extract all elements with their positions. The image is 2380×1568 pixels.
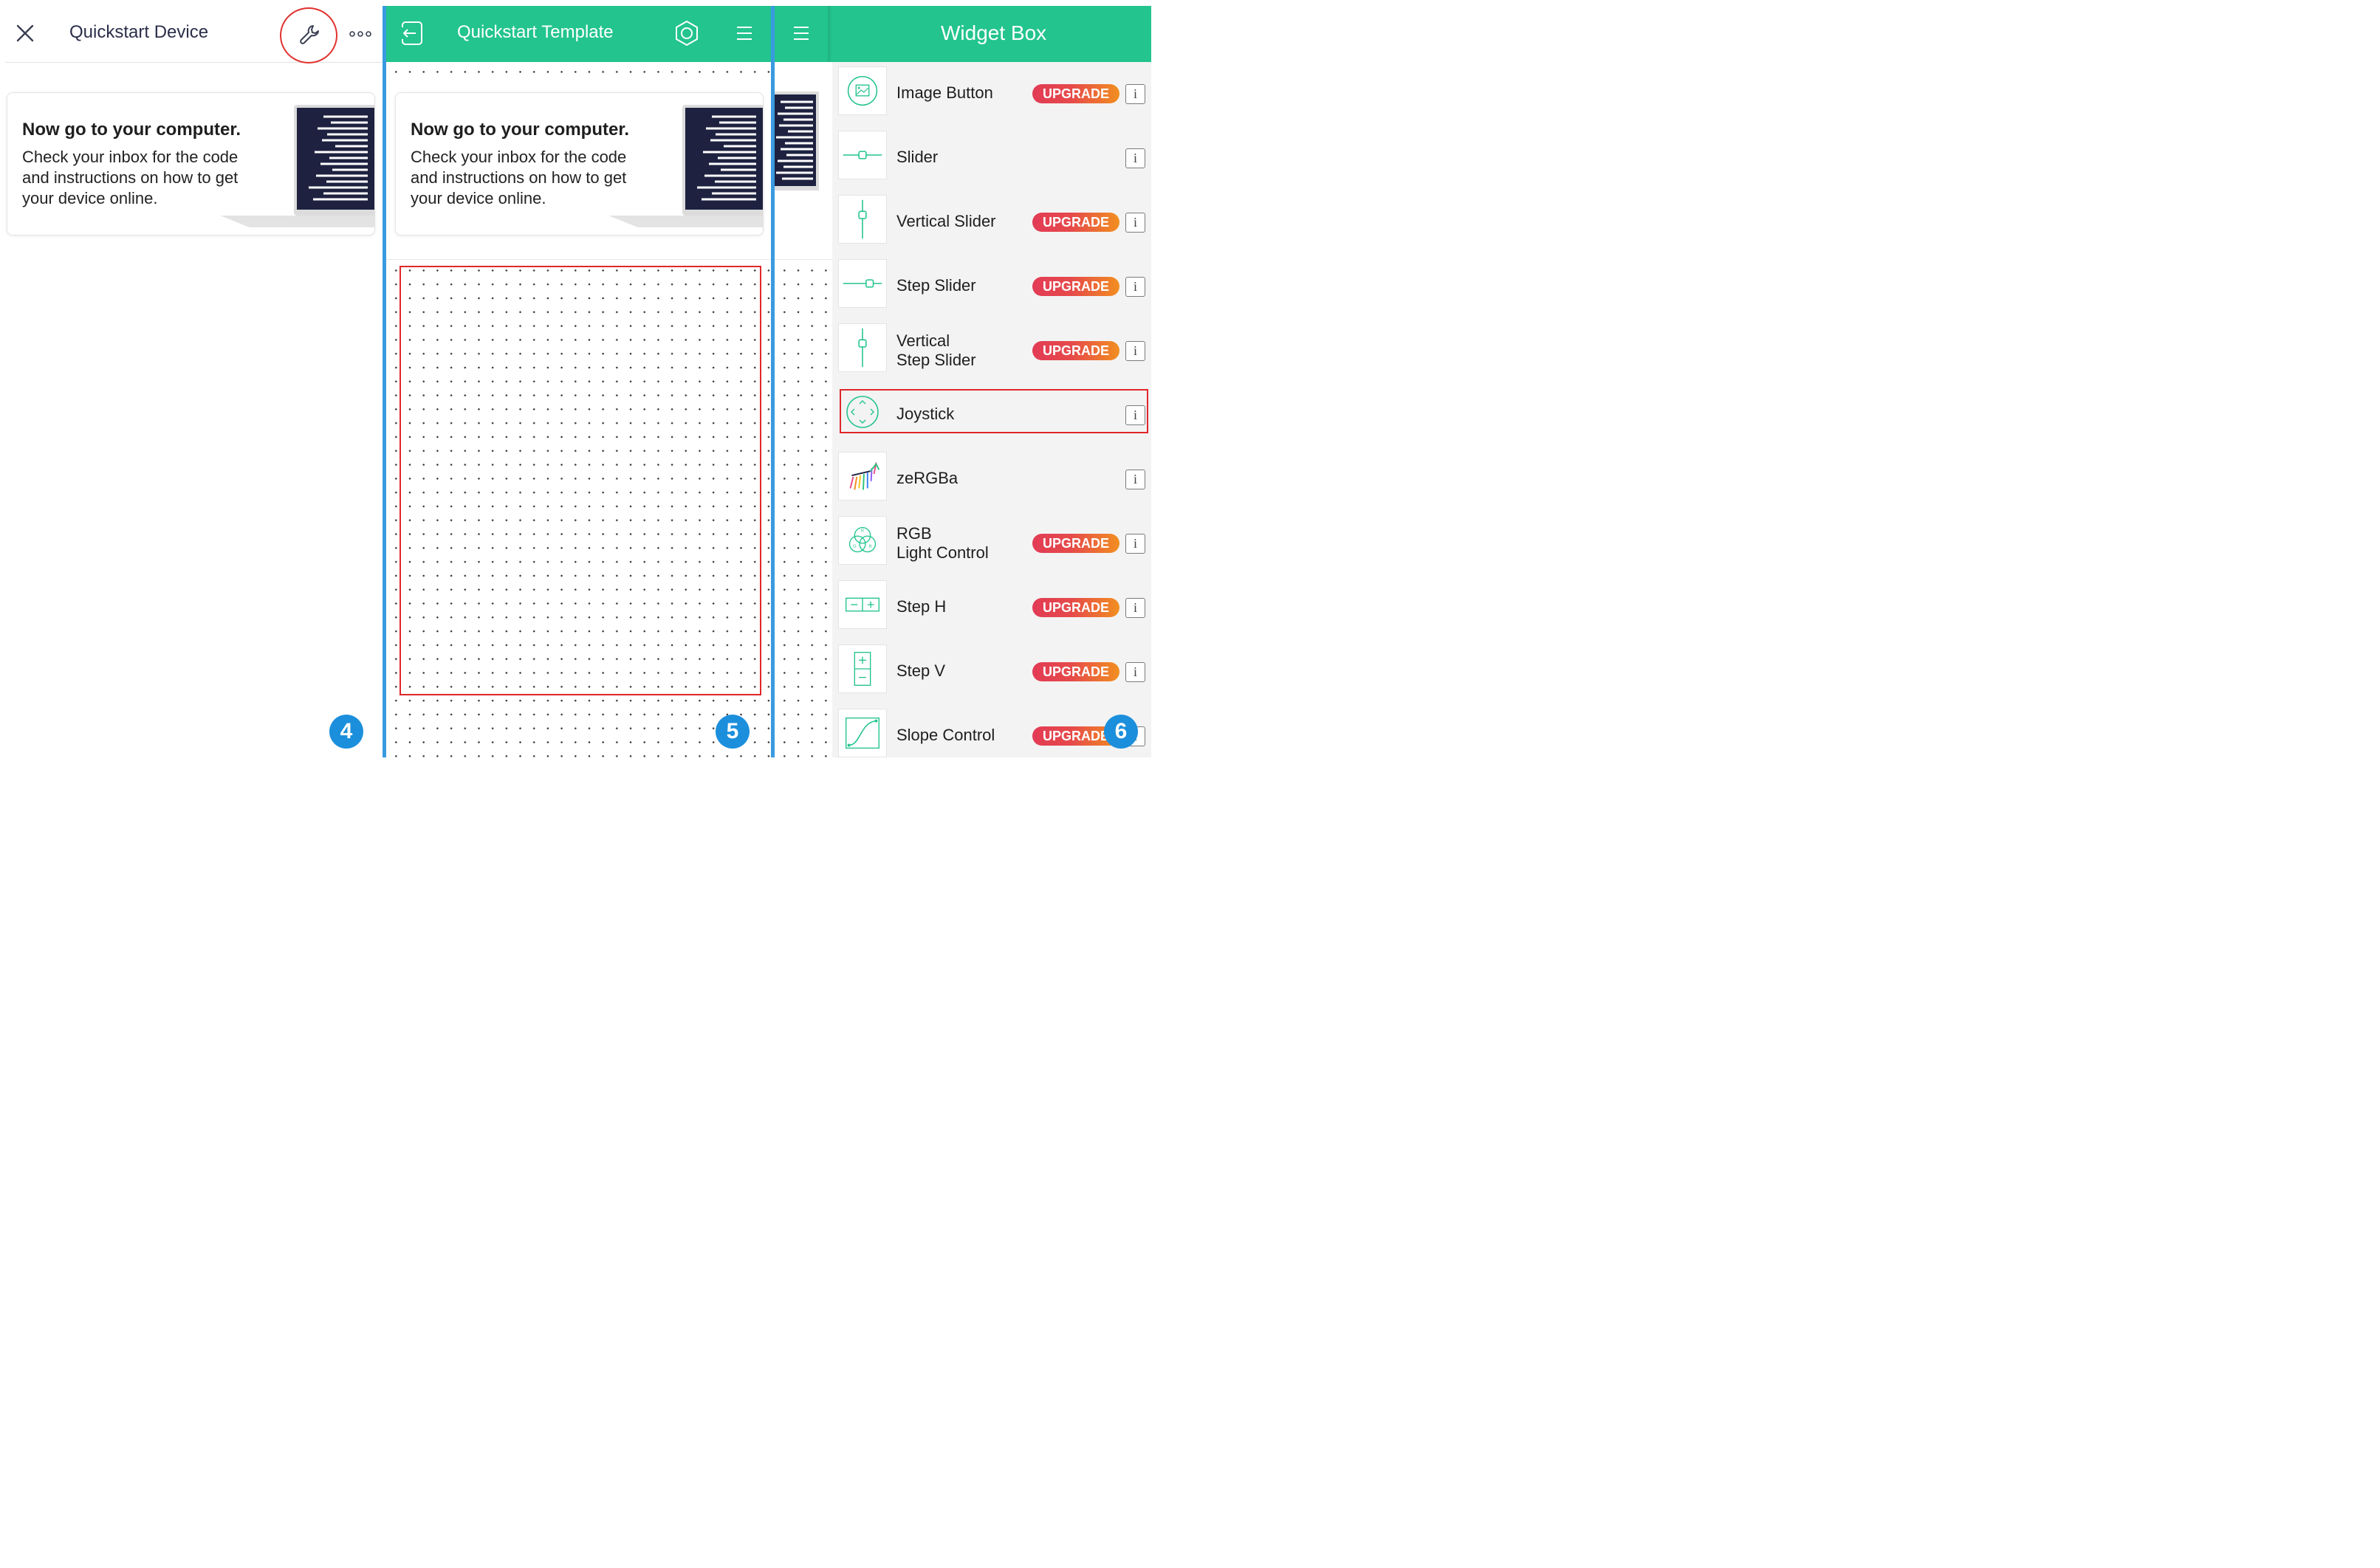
info-button[interactable]: i <box>1125 341 1145 361</box>
info-button[interactable]: i <box>1125 534 1145 554</box>
quickstart-template-panel: Quickstart Template Now go to your compu… <box>386 6 771 757</box>
svg-text:B: B <box>869 545 872 549</box>
upgrade-badge[interactable]: UPGRADE <box>1032 277 1119 296</box>
upgrade-badge[interactable]: UPGRADE <box>1032 662 1119 681</box>
widget-item-rgb-light-control[interactable]: R G B RGB Light Control UPGRADE i <box>775 510 1151 574</box>
info-button[interactable]: i <box>1125 84 1145 104</box>
widget-item-slope-control[interactable]: Slope Control UPGRADE i <box>775 703 1151 757</box>
widget-label: Image Button <box>896 83 993 102</box>
info-button[interactable]: i <box>1125 148 1145 168</box>
card-title: Now go to your computer. <box>411 120 630 140</box>
widget-item-vertical-slider[interactable]: Vertical Slider UPGRADE i <box>775 189 1151 253</box>
menu-icon[interactable] <box>792 24 810 42</box>
widget-list: Image Button UPGRADE i Slider i Vertical… <box>775 62 1151 757</box>
widget-label: Step Slider <box>896 276 976 295</box>
widget-box-title: Widget Box <box>941 21 1047 44</box>
widget-box-header: Widget Box <box>775 6 1151 62</box>
upgrade-badge[interactable]: UPGRADE <box>1032 341 1119 360</box>
upgrade-badge[interactable]: UPGRADE <box>1032 534 1119 553</box>
info-button[interactable]: i <box>1125 213 1145 233</box>
joystick-highlight-box <box>840 389 1148 433</box>
info-button[interactable]: i <box>1125 470 1145 489</box>
template-header: Quickstart Template <box>386 6 771 62</box>
exit-icon[interactable] <box>399 20 426 47</box>
laptop-illustration <box>220 105 374 227</box>
upgrade-badge[interactable]: UPGRADE <box>1032 84 1119 103</box>
settings-hex-icon[interactable] <box>673 20 700 47</box>
grid-separator <box>386 259 771 260</box>
upgrade-badge[interactable]: UPGRADE <box>1032 213 1119 232</box>
svg-text:R: R <box>861 529 864 533</box>
step-4-badge: 4 <box>329 715 363 749</box>
rgb-circles-icon: R G B <box>838 516 887 565</box>
header-shadow <box>828 6 832 62</box>
widget-label: Slope Control <box>896 726 995 744</box>
card-title: Now go to your computer. <box>22 120 241 140</box>
widget-label: RGB Light Control <box>896 524 989 562</box>
widget-label: zeRGBa <box>896 469 958 487</box>
info-button[interactable]: i <box>1125 662 1145 682</box>
device-title: Quickstart Device <box>69 22 209 42</box>
template-grid-top <box>386 62 771 74</box>
device-header: Quickstart Device <box>5 6 383 63</box>
step-5-badge: 5 <box>716 715 750 749</box>
menu-icon[interactable] <box>735 24 753 42</box>
widget-item-vertical-step-slider[interactable]: Vertical Step Slider UPGRADE i <box>775 317 1151 382</box>
widget-box-panel: Widget Box Image Button UPGRADE i Slider… <box>775 6 1151 757</box>
canvas-highlight-box <box>399 266 761 695</box>
slope-control-icon <box>838 709 887 757</box>
widget-label: Step V <box>896 661 946 680</box>
go-to-computer-card: Now go to your computer. Check your inbo… <box>395 92 764 235</box>
svg-text:G: G <box>853 545 857 549</box>
vertical-slider-icon <box>838 195 887 244</box>
step-v-icon <box>838 644 887 693</box>
image-button-icon <box>838 66 887 115</box>
widget-label: Slider <box>896 148 939 166</box>
more-options-icon[interactable] <box>349 31 371 37</box>
widget-label: Vertical Slider <box>896 212 996 230</box>
info-button[interactable]: i <box>1125 598 1145 618</box>
wrench-icon[interactable] <box>298 23 322 47</box>
close-icon[interactable] <box>16 24 35 43</box>
widget-item-slider[interactable]: Slider i <box>775 125 1151 189</box>
widget-item-step-h[interactable]: Step H UPGRADE i <box>775 574 1151 639</box>
zebra-icon <box>838 452 887 501</box>
widget-item-image-button[interactable]: Image Button UPGRADE i <box>775 62 1151 125</box>
info-button[interactable]: i <box>1125 277 1145 297</box>
widget-item-zergba[interactable]: zeRGBa i <box>775 446 1151 510</box>
step-6-badge: 6 <box>1104 715 1138 749</box>
widget-item-step-v[interactable]: Step V UPGRADE i <box>775 639 1151 703</box>
quickstart-device-panel: Quickstart Device Now go to your compute… <box>5 6 383 757</box>
step-slider-icon <box>838 259 887 308</box>
widget-label: Vertical Step Slider <box>896 331 976 369</box>
slider-icon <box>838 131 887 179</box>
template-title: Quickstart Template <box>457 22 614 42</box>
laptop-illustration <box>608 105 763 227</box>
step-h-icon <box>838 580 887 629</box>
upgrade-badge[interactable]: UPGRADE <box>1032 598 1119 617</box>
widget-label: Step H <box>896 597 947 616</box>
go-to-computer-card: Now go to your computer. Check your inbo… <box>7 92 375 235</box>
vertical-step-slider-icon <box>838 323 887 372</box>
widget-item-step-slider[interactable]: Step Slider UPGRADE i <box>775 253 1151 317</box>
